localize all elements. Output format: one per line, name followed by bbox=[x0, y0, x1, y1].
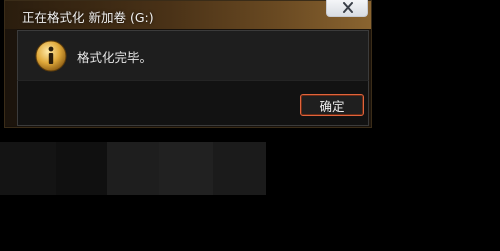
dialog-title: 正在格式化 新加卷 (G:) bbox=[22, 10, 154, 25]
ok-button[interactable]: 确定 bbox=[300, 94, 364, 116]
info-icon bbox=[35, 40, 67, 72]
dialog-titlebar[interactable]: 正在格式化 新加卷 (G:) bbox=[5, 0, 371, 29]
dialog-footer: 确定 bbox=[17, 80, 369, 126]
dialog-message: 格式化完毕。 bbox=[77, 50, 153, 65]
screen: 正在格式化 新加卷 (G:) 格式化完毕。 确定 bbox=[0, 0, 500, 251]
close-icon bbox=[343, 2, 353, 13]
background-block bbox=[0, 142, 56, 195]
background-block bbox=[159, 142, 213, 195]
format-complete-dialog: 正在格式化 新加卷 (G:) 格式化完毕。 确定 bbox=[4, 0, 372, 128]
dialog-content: 格式化完毕。 bbox=[17, 30, 369, 80]
ok-button-label: 确定 bbox=[319, 98, 345, 114]
background-block bbox=[107, 142, 159, 195]
close-button[interactable] bbox=[326, 0, 368, 17]
dialog-frame-right bbox=[369, 29, 371, 126]
background-block bbox=[56, 142, 107, 195]
background-block bbox=[213, 142, 266, 195]
dialog-frame-left bbox=[5, 29, 17, 126]
